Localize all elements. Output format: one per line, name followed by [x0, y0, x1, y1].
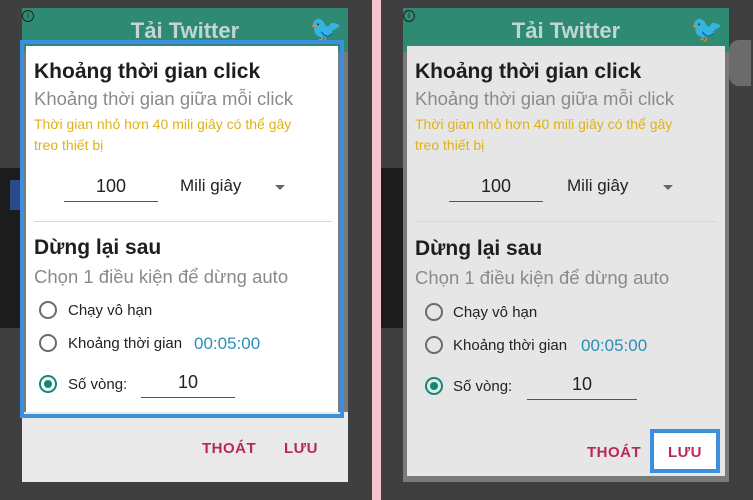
loops-input[interactable]: 10	[141, 372, 235, 398]
interval-title: Khoảng thời gian click	[415, 60, 642, 83]
radio-loops[interactable]	[39, 375, 57, 393]
interval-subtitle: Khoảng thời gian giữa mỗi click	[34, 88, 293, 109]
screenshot-left: i Tải Twitter 🐦 THOÁT LƯU Khoảng thời gi…	[0, 0, 372, 500]
option-loops-label: Số vòng:	[453, 378, 513, 395]
duration-time[interactable]: 00:05:00	[581, 336, 647, 356]
chevron-down-icon[interactable]	[663, 185, 673, 190]
stop-title: Dừng lại sau	[415, 237, 543, 260]
save-button-highlight[interactable]: LƯU	[650, 429, 720, 473]
option-infinite-label: Chạy vô hạn	[68, 302, 153, 319]
interval-subtitle: Khoảng thời gian giữa mỗi click	[415, 88, 674, 109]
twitter-bird-icon: 🐦	[690, 14, 723, 44]
stop-subtitle: Chọn 1 điều kiện để dừng auto	[34, 266, 289, 287]
interval-input[interactable]: 100	[449, 176, 543, 202]
duration-time[interactable]: 00:05:00	[194, 334, 260, 354]
interval-title: Khoảng thời gian click	[34, 60, 261, 83]
divider	[34, 221, 332, 222]
chevron-down-icon[interactable]	[275, 185, 285, 190]
save-button[interactable]: LƯU	[668, 444, 702, 461]
unit-select[interactable]: Mili giây	[180, 176, 241, 196]
option-infinite-label: Chạy vô hạn	[453, 304, 538, 321]
unit-select[interactable]: Mili giây	[567, 176, 628, 196]
divider	[415, 221, 717, 222]
background-accent	[10, 180, 22, 210]
option-duration-label: Khoảng thời gian	[68, 335, 183, 352]
cancel-button[interactable]: THOÁT	[587, 444, 641, 461]
app-title: Tải Twitter	[511, 18, 621, 43]
warning-line-1: Thời gian nhỏ hơn 40 mili giây có thể gâ…	[34, 116, 292, 132]
radio-loops[interactable]	[425, 377, 443, 395]
interval-warning: Thời gian nhỏ hơn 40 mili giây có thể gâ…	[34, 114, 324, 156]
stop-title: Dừng lại sau	[34, 236, 162, 259]
app-title: Tải Twitter	[130, 18, 240, 43]
radio-duration[interactable]	[39, 334, 57, 352]
stop-subtitle: Chọn 1 điều kiện để dừng auto	[415, 267, 670, 288]
interval-input[interactable]: 100	[64, 176, 158, 202]
click-settings-dialog: Khoảng thời gian click Khoảng thời gian …	[407, 46, 725, 476]
radio-infinite[interactable]	[425, 303, 443, 321]
panel-divider	[372, 0, 381, 500]
loops-input[interactable]: 10	[527, 374, 637, 400]
background-thumbnail	[381, 168, 403, 328]
twitter-bird-icon: 🐦	[309, 14, 342, 44]
option-loops-label: Số vòng:	[68, 376, 128, 393]
settings-icon	[729, 40, 751, 86]
option-duration-label: Khoảng thời gian	[453, 337, 568, 354]
radio-infinite[interactable]	[39, 301, 57, 319]
click-settings-dialog: Khoảng thời gian click Khoảng thời gian …	[20, 40, 344, 418]
save-button[interactable]: LƯU	[284, 440, 318, 457]
warning-line-2: treo thiết bị	[34, 137, 104, 153]
warning-line-2: treo thiết bị	[415, 137, 485, 153]
warning-line-1: Thời gian nhỏ hơn 40 mili giây có thể gâ…	[415, 116, 673, 132]
interval-warning: Thời gian nhỏ hơn 40 mili giây có thể gâ…	[415, 114, 705, 156]
screenshot-right: i Tải Twitter 🐦 Khoảng thời gian click K…	[381, 0, 753, 500]
dialog-footer: THOÁT LƯU	[22, 412, 348, 482]
cancel-button[interactable]: THOÁT	[202, 440, 256, 457]
radio-duration[interactable]	[425, 336, 443, 354]
